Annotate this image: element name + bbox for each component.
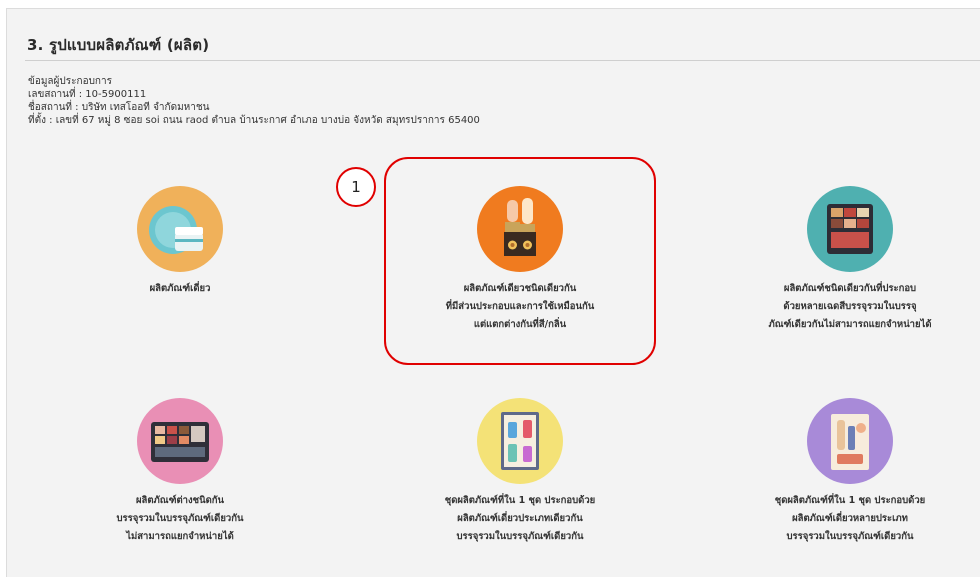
step-badge: 1	[336, 167, 376, 207]
divider	[25, 60, 980, 61]
product-label-line: ผลิตภัณฑ์ชนิดเดียวกันที่ประกอบ	[783, 283, 917, 294]
eyeshadow-palette-icon	[807, 186, 893, 272]
product-type-multi-shade-card[interactable]: ผลิตภัณฑ์ชนิดเดียวกันที่ประกอบ ด้วยหลายเ…	[730, 186, 970, 334]
makeup-kit-icon	[137, 398, 223, 484]
product-label-line: บรรจุรวมในบรรจุภัณฑ์เดียวกัน	[456, 531, 584, 542]
operator-place-name: ชื่อสถานที่ : บริษัท เทสโออที จำกัดมหาชน	[28, 102, 210, 113]
product-label-line: บรรจุรวมในบรรจุภัณฑ์เดียวกัน	[786, 531, 914, 542]
product-type-set-multi-card[interactable]: ชุดผลิตภัณฑ์ที่ใน 1 ชุด ประกอบด้วย ผลิตภ…	[730, 398, 970, 546]
product-type-single-card[interactable]: ผลิตภัณฑ์เดี่ยว	[60, 186, 300, 298]
product-label-line: บรรจุรวมในบรรจุภัณฑ์เดียวกัน	[116, 513, 244, 524]
product-label-line: ชุดผลิตภัณฑ์ที่ใน 1 ชุด ประกอบด้วย	[444, 495, 596, 506]
section-title: 3. รูปแบบผลิตภัณฑ์ (ผลิต)	[27, 36, 210, 54]
selection-highlight	[384, 157, 656, 365]
product-label-line: ผลิตภัณฑ์เดี่ยวหลายประเภท	[792, 513, 908, 524]
operator-heading: ข้อมูลผู้ประกอบการ	[28, 76, 112, 87]
cream-jar-icon	[137, 186, 223, 272]
bottle-set-icon	[477, 398, 563, 484]
product-label-line: ชุดผลิตภัณฑ์ที่ใน 1 ชุด ประกอบด้วย	[774, 495, 926, 506]
operator-address: ที่ตั้ง : เลขที่ 67 หมู่ 8 ซอย soi ถนน r…	[28, 115, 480, 126]
product-type-different-kind-card[interactable]: ผลิตภัณฑ์ต่างชนิดกัน บรรจุรวมในบรรจุภัณฑ…	[60, 398, 300, 546]
product-type-set-same-card[interactable]: ชุดผลิตภัณฑ์ที่ใน 1 ชุด ประกอบด้วย ผลิตภ…	[400, 398, 640, 546]
product-label-line: ผลิตภัณฑ์เดี่ยว	[149, 283, 211, 294]
product-label-line: ผลิตภัณฑ์ต่างชนิดกัน	[135, 495, 225, 506]
cosmetic-set-icon	[807, 398, 893, 484]
product-label-line: ผลิตภัณฑ์เดี่ยวประเภทเดียวกัน	[457, 513, 583, 524]
product-label-line: ภัณฑ์เดียวกันไม่สามารถแยกจำหน่ายได้	[768, 319, 932, 330]
product-label-line: ไม่สามารถแยกจำหน่ายได้	[126, 531, 234, 542]
operator-info: ข้อมูลผู้ประกอบการ เลขสถานที่ : 10-59001…	[28, 75, 480, 127]
product-label-line: ด้วยหลายเฉดสีบรรจุรวมในบรรจุ	[783, 301, 917, 312]
operator-place-no: เลขสถานที่ : 10-5900111	[28, 89, 147, 100]
